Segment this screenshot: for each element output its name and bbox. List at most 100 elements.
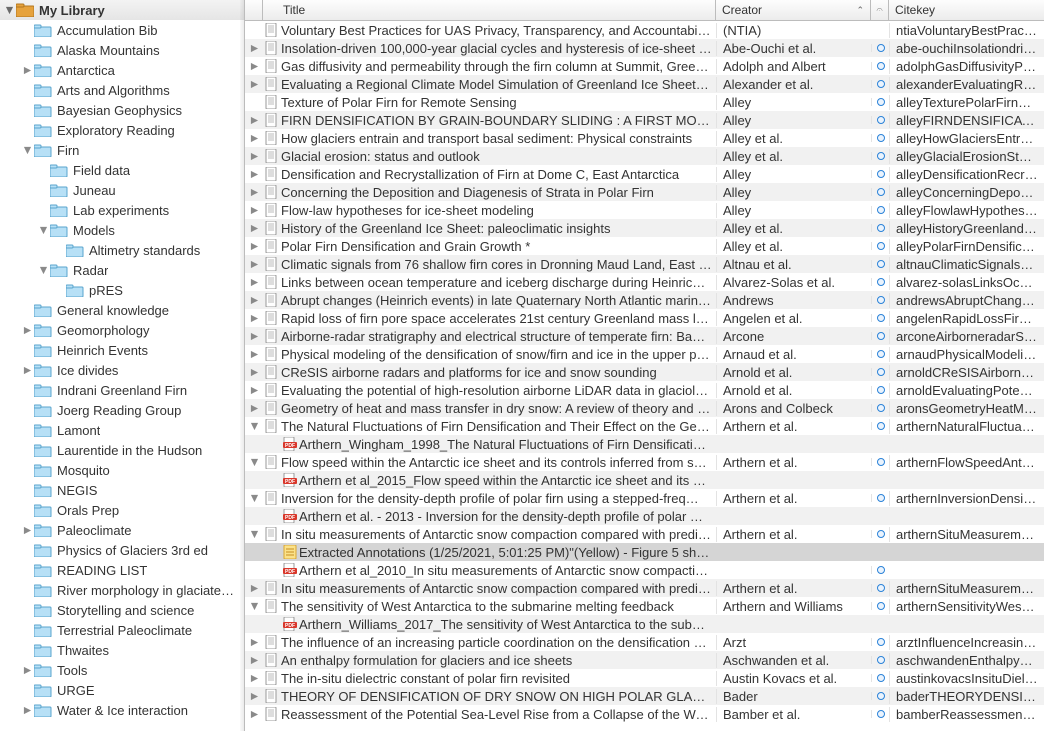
item-child-row[interactable]: Extracted Annotations (1/25/2021, 5:01:2… bbox=[245, 543, 1044, 561]
item-row[interactable]: The Natural Fluctuations of Firn Densifi… bbox=[245, 417, 1044, 435]
library-folder-row[interactable]: Antarctica bbox=[0, 60, 244, 80]
disclosure-triangle-icon[interactable] bbox=[245, 44, 263, 53]
library-folder-row[interactable]: Terrestrial Paleoclimate bbox=[0, 620, 244, 640]
item-row[interactable]: Abrupt changes (Heinrich events) in late… bbox=[245, 291, 1044, 309]
item-row[interactable]: Glacial erosion: status and outlookAlley… bbox=[245, 147, 1044, 165]
item-row[interactable]: Physical modeling of the densification o… bbox=[245, 345, 1044, 363]
library-folder-row[interactable]: Models bbox=[0, 220, 244, 240]
item-row[interactable]: History of the Greenland Ice Sheet: pale… bbox=[245, 219, 1044, 237]
library-folder-row[interactable]: Laurentide in the Hudson bbox=[0, 440, 244, 460]
item-row[interactable]: The in-situ dielectric constant of polar… bbox=[245, 669, 1044, 687]
disclosure-triangle-icon[interactable] bbox=[20, 666, 34, 675]
disclosure-triangle-icon[interactable] bbox=[245, 638, 263, 647]
item-child-row[interactable]: Arthern et al_2015_Flow speed within the… bbox=[245, 471, 1044, 489]
column-header-citekey[interactable]: Citekey bbox=[889, 0, 1044, 20]
item-row[interactable]: In situ measurements of Antarctic snow c… bbox=[245, 579, 1044, 597]
disclosure-triangle-icon[interactable] bbox=[245, 170, 263, 179]
item-row[interactable]: Rapid loss of firn pore space accelerate… bbox=[245, 309, 1044, 327]
library-folder-row[interactable]: Juneau bbox=[0, 180, 244, 200]
library-folder-row[interactable]: Lamont bbox=[0, 420, 244, 440]
item-child-row[interactable]: Arthern_Wingham_1998_The Natural Fluctua… bbox=[245, 435, 1044, 453]
library-folder-row[interactable]: URGE bbox=[0, 680, 244, 700]
library-folder-row[interactable]: River morphology in glaciate… bbox=[0, 580, 244, 600]
disclosure-triangle-icon[interactable] bbox=[245, 422, 263, 431]
disclosure-triangle-icon[interactable] bbox=[245, 80, 263, 89]
item-child-row[interactable]: Arthern et al_2010_In situ measurements … bbox=[245, 561, 1044, 579]
item-row[interactable]: Texture of Polar Firn for Remote Sensing… bbox=[245, 93, 1044, 111]
library-folder-row[interactable]: Heinrich Events bbox=[0, 340, 244, 360]
item-row[interactable]: Evaluating a Regional Climate Model Simu… bbox=[245, 75, 1044, 93]
library-folder-row[interactable]: Alaska Mountains bbox=[0, 40, 244, 60]
library-folder-row[interactable]: General knowledge bbox=[0, 300, 244, 320]
item-row[interactable]: How glaciers entrain and transport basal… bbox=[245, 129, 1044, 147]
library-folder-row[interactable]: Altimetry standards bbox=[0, 240, 244, 260]
disclosure-triangle-icon[interactable] bbox=[245, 188, 263, 197]
library-folder-row[interactable]: Exploratory Reading bbox=[0, 120, 244, 140]
item-row[interactable]: Reassessment of the Potential Sea-Level … bbox=[245, 705, 1044, 723]
disclosure-triangle-icon[interactable] bbox=[245, 206, 263, 215]
library-folder-row[interactable]: Physics of Glaciers 3rd ed bbox=[0, 540, 244, 560]
item-row[interactable]: Densification and Recrystallization of F… bbox=[245, 165, 1044, 183]
item-row[interactable]: Links between ocean temperature and iceb… bbox=[245, 273, 1044, 291]
library-folder-row[interactable]: Geomorphology bbox=[0, 320, 244, 340]
disclosure-triangle-icon[interactable] bbox=[245, 386, 263, 395]
disclosure-triangle-icon[interactable] bbox=[245, 314, 263, 323]
disclosure-triangle-icon[interactable] bbox=[245, 62, 263, 71]
disclosure-triangle-icon[interactable] bbox=[2, 6, 16, 15]
item-row[interactable]: FIRN DENSIFICATION BY GRAIN-BOUNDARY SLI… bbox=[245, 111, 1044, 129]
library-folder-row[interactable]: Mosquito bbox=[0, 460, 244, 480]
item-row[interactable]: An enthalpy formulation for glaciers and… bbox=[245, 651, 1044, 669]
disclosure-triangle-icon[interactable] bbox=[245, 260, 263, 269]
disclosure-triangle-icon[interactable] bbox=[20, 326, 34, 335]
item-row[interactable]: Climatic signals from 76 shallow firn co… bbox=[245, 255, 1044, 273]
library-folder-row[interactable]: Paleoclimate bbox=[0, 520, 244, 540]
item-row[interactable]: The sensitivity of West Antarctica to th… bbox=[245, 597, 1044, 615]
disclosure-triangle-icon[interactable] bbox=[245, 692, 263, 701]
disclosure-triangle-icon[interactable] bbox=[245, 350, 263, 359]
library-folder-row[interactable]: Bayesian Geophysics bbox=[0, 100, 244, 120]
item-row[interactable]: Flow-law hypotheses for ice-sheet modeli… bbox=[245, 201, 1044, 219]
column-header-title[interactable]: Title bbox=[263, 0, 716, 20]
disclosure-triangle-icon[interactable] bbox=[245, 584, 263, 593]
item-list[interactable]: Voluntary Best Practices for UAS Privacy… bbox=[245, 21, 1044, 731]
disclosure-triangle-icon[interactable] bbox=[245, 494, 263, 503]
library-folder-row[interactable]: Accumulation Bib bbox=[0, 20, 244, 40]
disclosure-triangle-icon[interactable] bbox=[245, 674, 263, 683]
library-folder-row[interactable]: Joerg Reading Group bbox=[0, 400, 244, 420]
item-row[interactable]: Voluntary Best Practices for UAS Privacy… bbox=[245, 21, 1044, 39]
library-folder-row[interactable]: Lab experiments bbox=[0, 200, 244, 220]
item-row[interactable]: THEORY OF DENSIFICATION OF DRY SNOW ON H… bbox=[245, 687, 1044, 705]
item-row[interactable]: CReSIS airborne radars and platforms for… bbox=[245, 363, 1044, 381]
item-row[interactable]: Inversion for the density-depth profile … bbox=[245, 489, 1044, 507]
library-folder-row[interactable]: Thwaites bbox=[0, 640, 244, 660]
disclosure-triangle-icon[interactable] bbox=[36, 266, 50, 275]
item-row[interactable]: Insolation-driven 100,000-year glacial c… bbox=[245, 39, 1044, 57]
disclosure-triangle-icon[interactable] bbox=[20, 366, 34, 375]
disclosure-triangle-icon[interactable] bbox=[245, 242, 263, 251]
disclosure-triangle-icon[interactable] bbox=[245, 278, 263, 287]
library-folder-row[interactable]: Arts and Algorithms bbox=[0, 80, 244, 100]
item-row[interactable]: Geometry of heat and mass transfer in dr… bbox=[245, 399, 1044, 417]
library-sidebar[interactable]: My Library Accumulation BibAlaska Mounta… bbox=[0, 0, 245, 731]
disclosure-triangle-icon[interactable] bbox=[245, 656, 263, 665]
library-folder-row[interactable]: Water & Ice interaction bbox=[0, 700, 244, 720]
item-child-row[interactable]: Arthern et al. - 2013 - Inversion for th… bbox=[245, 507, 1044, 525]
disclosure-triangle-icon[interactable] bbox=[36, 226, 50, 235]
library-folder-row[interactable]: Indrani Greenland Firn bbox=[0, 380, 244, 400]
disclosure-triangle-icon[interactable] bbox=[245, 710, 263, 719]
disclosure-triangle-icon[interactable] bbox=[245, 404, 263, 413]
library-folder-row[interactable]: READING LIST bbox=[0, 560, 244, 580]
disclosure-triangle-icon[interactable] bbox=[245, 116, 263, 125]
disclosure-triangle-icon[interactable] bbox=[245, 602, 263, 611]
column-header-arrow[interactable] bbox=[245, 0, 263, 20]
disclosure-triangle-icon[interactable] bbox=[20, 706, 34, 715]
disclosure-triangle-icon[interactable] bbox=[245, 152, 263, 161]
item-row[interactable]: Polar Firn Densification and Grain Growt… bbox=[245, 237, 1044, 255]
library-folder-row[interactable]: Tools bbox=[0, 660, 244, 680]
library-folder-row[interactable]: Ice divides bbox=[0, 360, 244, 380]
library-folder-row[interactable]: pRES bbox=[0, 280, 244, 300]
disclosure-triangle-icon[interactable] bbox=[245, 332, 263, 341]
item-row[interactable]: Gas diffusivity and permeability through… bbox=[245, 57, 1044, 75]
item-row[interactable]: In situ measurements of Antarctic snow c… bbox=[245, 525, 1044, 543]
disclosure-triangle-icon[interactable] bbox=[245, 368, 263, 377]
